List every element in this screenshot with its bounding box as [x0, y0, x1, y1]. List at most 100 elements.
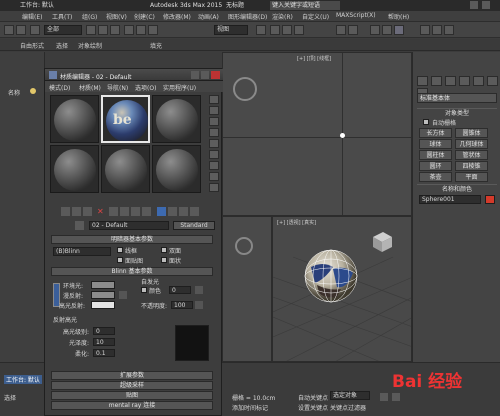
shader-params-rollout[interactable]: 明暗器基本参数 [51, 235, 213, 244]
workspace-label-bottom[interactable]: 工作台: 默认 [4, 375, 42, 384]
pivot-icon[interactable] [256, 25, 266, 35]
cylinder-button[interactable]: 圆柱体 [419, 150, 452, 160]
menu-animation[interactable]: 动画(A) [198, 12, 219, 21]
supersampling-rollout[interactable]: 超级采样 [51, 381, 213, 390]
sample-slot-5[interactable] [101, 145, 150, 193]
get-material-icon[interactable] [61, 207, 70, 216]
snap-icon[interactable] [270, 25, 280, 35]
sample-type-icon[interactable] [209, 95, 219, 104]
viewport-top-label[interactable]: [+] [顶] [线框] [297, 55, 331, 62]
self-illum-color-checkbox[interactable] [141, 287, 147, 293]
me-menu-material[interactable]: 材质(M) [79, 83, 101, 92]
shader-type-dropdown[interactable]: (B)Blinn [53, 247, 111, 256]
schematic-icon[interactable] [382, 25, 392, 35]
ribbon-tab-populate[interactable]: 填充 [150, 41, 162, 50]
blinn-params-rollout[interactable]: Blinn 基本参数 [51, 267, 213, 276]
material-name-input[interactable]: 02 - Default [89, 221, 169, 230]
key-selection-dropdown[interactable]: 选定对象 [330, 391, 370, 400]
background-icon[interactable] [209, 117, 219, 126]
menu-create[interactable]: 创建(C) [134, 12, 155, 21]
extended-params-rollout[interactable]: 扩展参数 [51, 371, 213, 380]
curve-editor-icon[interactable] [370, 25, 380, 35]
autogrid-checkbox[interactable] [423, 119, 429, 125]
uv-tiling-icon[interactable] [209, 128, 219, 137]
render-setup-icon[interactable] [420, 25, 430, 35]
material-editor-titlebar[interactable]: 材质编辑器 - 02 - Default [45, 69, 223, 81]
rotate-icon[interactable] [136, 25, 146, 35]
set-key-button[interactable]: 设置关键点 [298, 403, 328, 412]
put-to-scene-icon[interactable] [72, 207, 81, 216]
sample-slot-1[interactable] [50, 95, 99, 143]
redo-icon[interactable] [16, 25, 26, 35]
reset-map-icon[interactable]: ✕ [97, 207, 106, 216]
me-menu-options[interactable]: 选项(O) [135, 83, 156, 92]
video-color-check-icon[interactable] [209, 139, 219, 148]
copy-material-icon[interactable] [109, 207, 118, 216]
torus-button[interactable]: 圆环 [419, 161, 452, 171]
material-editor-icon[interactable] [394, 25, 404, 35]
viewport-perspective[interactable]: [+] [透视] [真实] [272, 216, 412, 362]
primitive-type-dropdown[interactable]: 标准基本体 [417, 93, 497, 103]
viewport-left[interactable] [222, 216, 272, 362]
next-frame-icon[interactable] [392, 393, 400, 401]
display-tab-icon[interactable] [473, 76, 484, 86]
menu-group[interactable]: 组(G) [82, 12, 97, 21]
faceted-checkbox[interactable] [161, 257, 167, 263]
create-tab-icon[interactable] [417, 76, 428, 86]
cone-button[interactable]: 圆锥体 [455, 128, 488, 138]
selection-filter-dropdown[interactable]: 全部 [44, 25, 82, 35]
geosphere-button[interactable]: 几何球体 [455, 139, 488, 149]
material-id-channel-icon[interactable] [142, 207, 151, 216]
percent-snap-icon[interactable] [294, 25, 304, 35]
link-icon[interactable] [30, 25, 40, 35]
close-icon[interactable] [211, 71, 220, 79]
reference-coord-dropdown[interactable]: 视图 [214, 25, 248, 35]
viewcube-icon[interactable] [235, 237, 253, 255]
specular-level-value[interactable]: 0 [93, 327, 115, 335]
play-icon[interactable] [380, 393, 388, 401]
utilities-tab-icon[interactable] [487, 76, 498, 86]
light-bulb-icon[interactable] [30, 88, 36, 94]
scale-icon[interactable] [148, 25, 158, 35]
undo-icon[interactable] [4, 25, 14, 35]
select-by-name-icon[interactable] [98, 25, 108, 35]
go-forward-sibling-icon[interactable] [190, 207, 199, 216]
specular-color-swatch[interactable] [91, 301, 115, 309]
sample-slot-6[interactable] [152, 145, 201, 193]
sample-slot-2-selected[interactable]: be [101, 95, 150, 143]
sphere-top-view[interactable] [340, 133, 345, 138]
ribbon-tab-freeform[interactable]: 自由形式 [20, 41, 44, 50]
minimize-icon[interactable] [470, 1, 478, 9]
modify-tab-icon[interactable] [431, 76, 442, 86]
viewcube-icon[interactable] [233, 77, 257, 101]
self-illum-value[interactable]: 0 [169, 286, 191, 294]
rendered-frame-icon[interactable] [432, 25, 442, 35]
maps-rollout[interactable]: 贴图 [51, 391, 213, 400]
ambient-color-swatch[interactable] [91, 281, 115, 289]
add-time-tag-label[interactable]: 添加时间标记 [232, 403, 268, 412]
options-icon[interactable] [209, 161, 219, 170]
menu-tools[interactable]: 工具(T) [52, 12, 72, 21]
menu-graph-editors[interactable]: 图形编辑器(D) [228, 12, 267, 21]
search-input[interactable]: 键入关键字或短语 [270, 1, 340, 10]
sample-slot-3[interactable] [152, 95, 201, 143]
object-color-swatch[interactable] [485, 195, 495, 204]
name-color-title[interactable]: 名称和颜色 [417, 184, 497, 193]
align-icon[interactable] [348, 25, 358, 35]
key-filters-button[interactable]: 关键点过滤器 [330, 403, 366, 412]
pyramid-button[interactable]: 四棱锥 [455, 161, 488, 171]
rect-select-icon[interactable] [110, 25, 120, 35]
menu-customize[interactable]: 自定义(U) [302, 12, 329, 21]
sample-slot-4[interactable] [50, 145, 99, 193]
textured-sphere[interactable] [303, 245, 359, 307]
show-end-result-icon[interactable] [168, 207, 177, 216]
menu-maxscript[interactable]: MAXScript(X) [336, 12, 376, 19]
menu-rendering[interactable]: 渲染(R) [272, 12, 293, 21]
select-icon[interactable] [86, 25, 96, 35]
viewcube-icon[interactable] [369, 229, 395, 255]
wire-checkbox[interactable] [117, 247, 123, 253]
diffuse-map-button[interactable] [119, 291, 127, 299]
mirror-icon[interactable] [336, 25, 346, 35]
object-name-input[interactable]: Sphere001 [419, 195, 481, 204]
angle-snap-icon[interactable] [282, 25, 292, 35]
